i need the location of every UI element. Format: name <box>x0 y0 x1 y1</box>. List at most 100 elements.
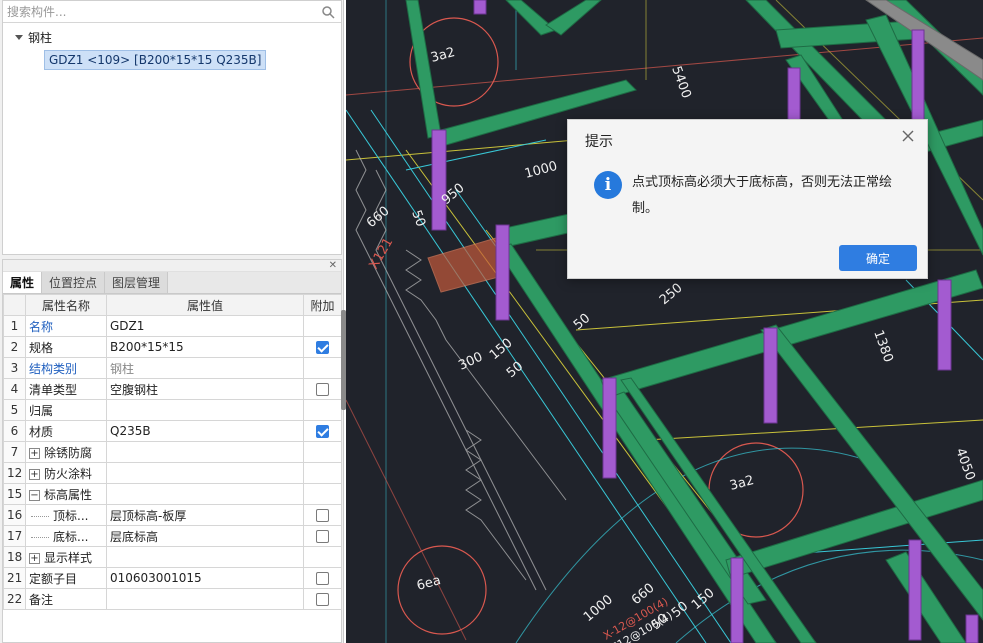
cad-label: 50 <box>408 208 428 229</box>
property-name-label: 防火涂料 <box>44 466 93 481</box>
property-value[interactable]: 层顶标高-板厚 <box>106 504 304 526</box>
property-value[interactable]: 钢柱 <box>106 357 304 379</box>
property-panel: ✕ 属性 位置控点 图层管理 属性名称 属性值 附加 1 名称 GDZ1 2 规格 B20… <box>2 259 342 643</box>
property-name: + 显示样式 <box>25 546 107 568</box>
property-value[interactable] <box>106 399 304 421</box>
property-row[interactable]: 15− 标高属性 <box>3 483 342 505</box>
row-index: 18 <box>3 546 26 568</box>
column-header-extra: 附加 <box>303 294 342 316</box>
search-input[interactable] <box>3 1 341 22</box>
dialog-title: 提示 <box>585 134 613 150</box>
left-panel: 钢柱 GDZ1 <109> [B200*15*15 Q235B] ✕ 属性 位置… <box>0 0 344 643</box>
property-name-label: 除锈防腐 <box>44 445 93 460</box>
row-index: 7 <box>3 441 26 463</box>
cad-label: 50 <box>571 311 593 333</box>
property-value[interactable] <box>106 483 304 505</box>
tree-group-label: 钢柱 <box>28 30 53 45</box>
property-name: 名称 <box>25 315 107 337</box>
property-row[interactable]: 2 规格 B200*15*15 <box>3 336 342 358</box>
row-index: 22 <box>3 588 26 610</box>
tab-position-control[interactable]: 位置控点 <box>42 272 106 293</box>
collapse-icon[interactable]: − <box>29 489 40 501</box>
property-row[interactable]: 22 备注 <box>3 588 342 610</box>
caret-down-icon[interactable] <box>15 34 23 40</box>
row-index: 17 <box>3 525 26 547</box>
property-row[interactable]: 12 + 防火涂料 <box>3 462 342 484</box>
property-value[interactable]: GDZ1 <box>106 315 304 337</box>
property-row[interactable]: 5 归属 <box>3 399 342 421</box>
property-name: 结构类别 <box>25 357 107 379</box>
property-row[interactable]: 6 材质 Q235B <box>3 420 342 442</box>
property-name-label: 顶标... <box>53 508 89 523</box>
row-index: 12 <box>3 462 26 484</box>
property-extra <box>303 567 342 589</box>
prompt-dialog: 提示 i 点式顶标高必须大于底标高，否则无法正常绘制。 确定 <box>567 119 928 279</box>
property-name-label: 材质 <box>29 424 54 439</box>
tab-properties[interactable]: 属性 <box>3 272 43 293</box>
property-value[interactable]: Q235B <box>106 420 304 442</box>
property-value[interactable]: B200*15*15 <box>106 336 304 358</box>
property-row[interactable]: 3 结构类别 钢柱 <box>3 357 342 379</box>
property-value[interactable]: 010603001015 <box>106 567 304 589</box>
property-name: 归属 <box>25 399 107 421</box>
property-row[interactable]: 1 名称 GDZ1 <box>3 315 342 337</box>
expand-icon[interactable]: + <box>29 447 40 459</box>
property-row[interactable]: 4 清单类型 空腹钢柱 <box>3 378 342 400</box>
info-icon: i <box>594 171 622 199</box>
property-extra <box>303 357 342 379</box>
property-row[interactable]: 16 顶标... 层顶标高-板厚 <box>3 504 342 526</box>
extra-checkbox[interactable] <box>316 341 329 354</box>
property-name: 备注 <box>25 588 107 610</box>
property-row[interactable]: 7 + 除锈防腐 <box>3 441 342 463</box>
close-icon[interactable] <box>901 129 915 143</box>
row-index: 21 <box>3 567 26 589</box>
property-row[interactable]: 21 定额子目 010603001015 <box>3 567 342 589</box>
property-extra <box>303 525 342 547</box>
row-index: 5 <box>3 399 26 421</box>
property-value[interactable]: 空腹钢柱 <box>106 378 304 400</box>
property-extra <box>303 420 342 442</box>
cad-label: X121 <box>366 235 396 272</box>
dialog-message: 点式顶标高必须大于底标高，否则无法正常绘制。 <box>632 175 893 216</box>
ok-button[interactable]: 确定 <box>839 245 917 271</box>
cad-viewport[interactable]: 3a2 5400 1000 950 660 50 X121 250 50 300… <box>346 0 983 643</box>
property-value[interactable] <box>106 588 304 610</box>
property-extra <box>303 378 342 400</box>
property-name: 规格 <box>25 336 107 358</box>
row-index: 6 <box>3 420 26 442</box>
extra-checkbox[interactable] <box>316 425 329 438</box>
expand-icon[interactable]: + <box>29 468 40 480</box>
tab-layer-management[interactable]: 图层管理 <box>105 272 169 293</box>
search-icon[interactable] <box>321 5 335 19</box>
property-value[interactable] <box>106 546 304 568</box>
property-extra <box>303 441 342 463</box>
property-name: 底标... <box>25 525 107 547</box>
property-value[interactable]: 层底标高 <box>106 525 304 547</box>
property-name-label: 底标... <box>53 529 89 544</box>
property-table: 属性名称 属性值 附加 1 名称 GDZ1 2 规格 B200*15*15 3 结构类别 钢柱 4… <box>3 294 342 610</box>
tree-group-steel-column[interactable]: 钢柱 <box>15 27 52 47</box>
tree-item-gdz1[interactable]: GDZ1 <109> [B200*15*15 Q235B] <box>44 50 267 70</box>
property-row[interactable]: 17 底标... 层底标高 <box>3 525 342 547</box>
close-icon[interactable]: ✕ <box>329 260 337 272</box>
property-name-label: 规格 <box>29 340 54 355</box>
cad-label: 3a2 <box>429 45 457 66</box>
column-header-index <box>3 294 26 316</box>
property-name: 顶标... <box>25 504 107 526</box>
extra-checkbox[interactable] <box>316 593 329 606</box>
extra-checkbox[interactable] <box>316 383 329 396</box>
property-name: − 标高属性 <box>25 483 107 505</box>
cad-label: 1380 <box>870 328 895 364</box>
property-panel-titlebar: ✕ <box>3 260 341 272</box>
expand-icon[interactable]: + <box>29 552 40 564</box>
cad-label: 150 <box>487 336 516 363</box>
cad-label: 150 <box>689 586 718 613</box>
property-name: + 防火涂料 <box>25 462 107 484</box>
property-row[interactable]: 18 + 显示样式 <box>3 546 342 568</box>
extra-checkbox[interactable] <box>316 530 329 543</box>
property-value[interactable] <box>106 462 304 484</box>
extra-checkbox[interactable] <box>316 572 329 585</box>
extra-checkbox[interactable] <box>316 509 329 522</box>
property-value[interactable] <box>106 441 304 463</box>
property-name: + 除锈防腐 <box>25 441 107 463</box>
